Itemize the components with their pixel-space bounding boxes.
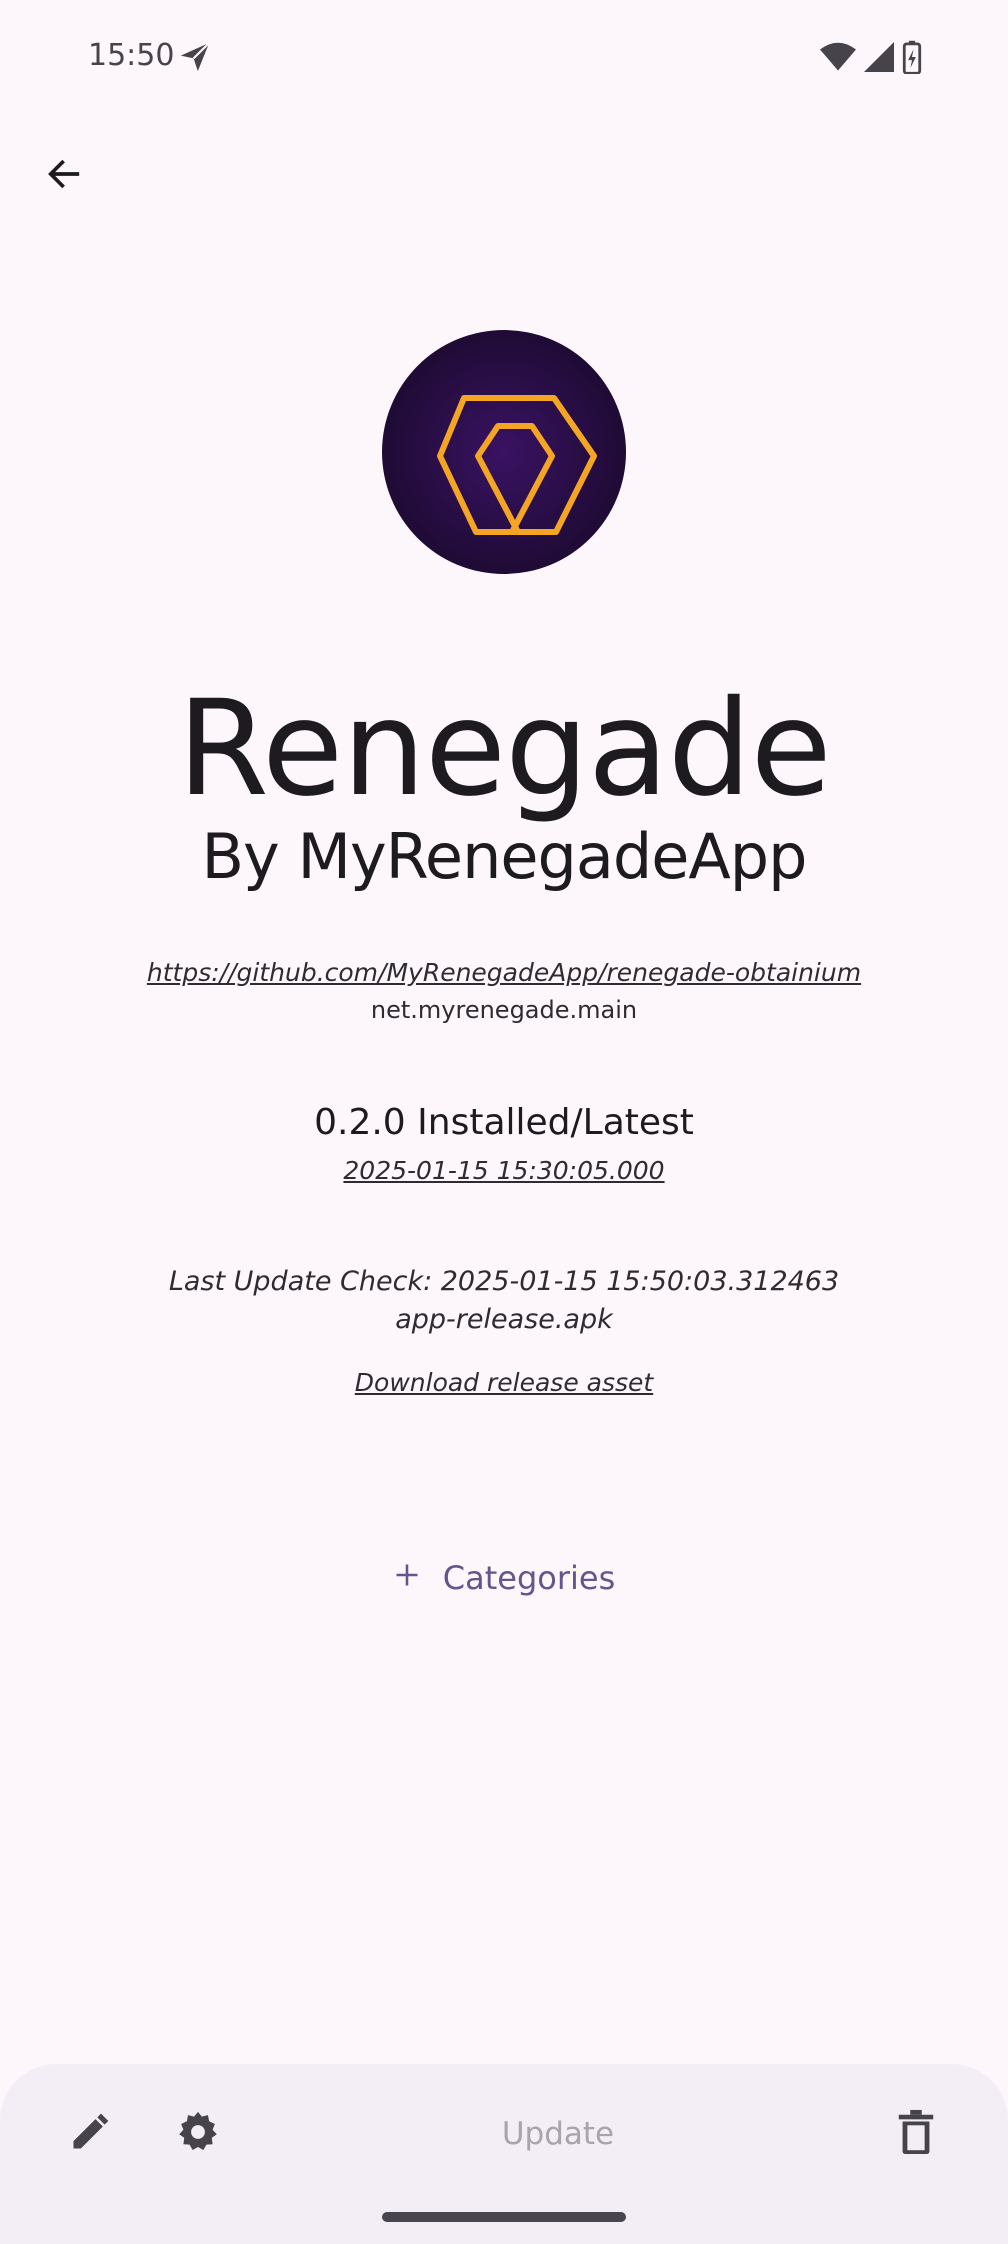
battery-charging-icon xyxy=(902,40,922,78)
app-author: By MyRenegadeApp xyxy=(201,820,808,893)
delete-button[interactable] xyxy=(888,2106,944,2162)
release-date-link[interactable]: 2025-01-15 15:30:05.000 xyxy=(0,1156,1008,1185)
last-update-check: Last Update Check: 2025-01-15 15:50:03.3… xyxy=(168,1266,840,1297)
status-icons xyxy=(820,40,922,78)
settings-button[interactable] xyxy=(170,2106,226,2162)
package-id: net.myrenegade.main xyxy=(370,996,638,1024)
download-release-asset-link[interactable]: Download release asset xyxy=(0,1368,1008,1397)
update-button[interactable]: Update xyxy=(440,2108,676,2160)
apk-filename: app-release.apk xyxy=(395,1304,613,1335)
source-url-link[interactable]: https://github.com/MyRenegadeApp/renegad… xyxy=(0,958,1008,987)
telegram-send-icon xyxy=(178,40,212,78)
pencil-icon xyxy=(68,2110,112,2158)
wifi-icon xyxy=(820,41,856,77)
back-button[interactable] xyxy=(28,140,100,212)
edit-button[interactable] xyxy=(62,2106,118,2162)
home-indicator[interactable] xyxy=(382,2212,626,2222)
status-bar: 15:50 xyxy=(0,0,1008,116)
arrow-left-icon xyxy=(44,154,84,198)
app-logo xyxy=(382,330,626,574)
add-categories-button[interactable]: Categories xyxy=(374,1546,634,1610)
gear-icon xyxy=(175,2109,221,2159)
status-time: 15:50 xyxy=(88,38,175,73)
signal-icon xyxy=(864,41,894,77)
trash-icon xyxy=(896,2109,936,2159)
plus-icon xyxy=(393,1559,421,1597)
version-status: 0.2.0 Installed/Latest xyxy=(314,1102,694,1143)
app-name: Renegade xyxy=(177,672,832,826)
categories-label: Categories xyxy=(442,1559,616,1597)
